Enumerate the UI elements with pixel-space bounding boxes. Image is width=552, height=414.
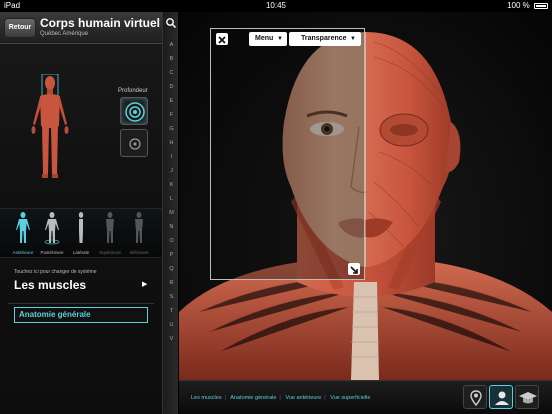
view-label: Inférieure bbox=[129, 250, 149, 255]
menu-label: Menu bbox=[255, 35, 274, 42]
depth-superficial-button[interactable] bbox=[120, 97, 148, 125]
back-button[interactable]: Retour bbox=[4, 18, 36, 38]
index-letter[interactable]: S bbox=[163, 294, 180, 300]
index-letter[interactable]: I bbox=[163, 154, 180, 160]
person-icon bbox=[495, 391, 509, 405]
index-letter[interactable]: G bbox=[163, 126, 180, 132]
index-letter[interactable]: D bbox=[163, 84, 180, 90]
body-bottom-icon bbox=[135, 212, 143, 243]
general-anatomy-button[interactable]: Anatomie générale bbox=[14, 307, 148, 323]
graduation-cap-icon bbox=[519, 392, 537, 404]
body-front-icon bbox=[16, 212, 30, 243]
close-icon bbox=[218, 36, 226, 44]
search-icon[interactable] bbox=[165, 17, 177, 29]
battery-status: 100 % bbox=[507, 0, 548, 12]
index-letter[interactable]: N bbox=[163, 224, 180, 230]
index-letter[interactable]: L bbox=[163, 196, 180, 202]
index-letter[interactable]: T bbox=[163, 308, 180, 314]
resize-icon bbox=[350, 266, 358, 274]
bottom-bar: Les muscles | Anatomie générale | Vue anté… bbox=[179, 380, 552, 414]
chevron-down-icon: ▼ bbox=[277, 36, 283, 42]
view-label: Supérieure bbox=[98, 250, 121, 255]
app-subtitle: Québec Amérique bbox=[40, 31, 89, 37]
body-thumbnail[interactable] bbox=[28, 74, 72, 184]
view-inferior[interactable]: Inférieure bbox=[124, 211, 154, 257]
index-letter[interactable]: U bbox=[163, 322, 180, 328]
concentric-rings-icon bbox=[125, 102, 145, 122]
clock: 10:45 bbox=[265, 1, 287, 10]
index-letter[interactable]: Q bbox=[163, 266, 180, 272]
body-back-icon bbox=[44, 212, 60, 245]
divider bbox=[8, 303, 154, 304]
depth-label: Profondeur bbox=[118, 88, 148, 94]
index-letter[interactable]: H bbox=[163, 140, 180, 146]
learn-button[interactable] bbox=[515, 385, 539, 409]
index-letter[interactable]: P bbox=[163, 252, 180, 258]
body-side-icon bbox=[78, 212, 84, 243]
chevron-down-icon: ▼ bbox=[350, 36, 356, 42]
breadcrumb-item[interactable]: Vue antérieure bbox=[285, 395, 321, 401]
resize-button[interactable] bbox=[348, 263, 360, 275]
overlay-window[interactable]: Menu ▼ Transparence ▼ bbox=[210, 28, 365, 280]
transparency-dropdown[interactable]: Transparence ▼ bbox=[289, 32, 361, 46]
pin-button[interactable] bbox=[463, 385, 487, 409]
index-letter[interactable]: C bbox=[163, 70, 180, 76]
index-letter[interactable]: A bbox=[163, 42, 180, 48]
change-system-hint: Touchez ici pour changer de système bbox=[14, 269, 97, 275]
status-bar: iPad 10:45 100 % bbox=[0, 0, 552, 12]
index-letter[interactable]: E bbox=[163, 98, 180, 104]
index-letter[interactable]: F bbox=[163, 112, 180, 118]
current-system-name[interactable]: Les muscles bbox=[14, 278, 86, 292]
alphabet-index: A B C D E F G H I J K L M N O P Q R S T U V bbox=[162, 12, 179, 414]
view-superior[interactable]: Supérieure bbox=[95, 211, 125, 257]
chevron-right-icon[interactable]: ▶ bbox=[142, 280, 147, 288]
index-letter[interactable]: K bbox=[163, 182, 180, 188]
left-panel: Retour Corps humain virtuel Québec Améri… bbox=[0, 12, 162, 414]
index-letter[interactable]: O bbox=[163, 238, 180, 244]
index-letter[interactable]: M bbox=[163, 210, 180, 216]
transparency-label: Transparence bbox=[301, 35, 347, 42]
depth-deep-button[interactable] bbox=[120, 129, 148, 157]
breadcrumb: Les muscles | Anatomie générale | Vue anté… bbox=[191, 395, 371, 401]
view-anterior[interactable]: Antérieure bbox=[8, 211, 38, 257]
app-title: Corps humain virtuel bbox=[40, 16, 161, 30]
body-top-icon bbox=[106, 212, 114, 243]
battery-icon bbox=[534, 2, 548, 9]
ring-icon bbox=[129, 138, 141, 150]
breadcrumb-item[interactable]: Anatomie générale bbox=[230, 395, 276, 401]
view-selector: Antérieure Postérieure Latérale Supérieu… bbox=[0, 208, 162, 258]
index-letter[interactable]: J bbox=[163, 168, 180, 174]
battery-percent: 100 % bbox=[507, 1, 530, 10]
breadcrumb-item[interactable]: Les muscles bbox=[191, 395, 222, 401]
index-letter[interactable]: R bbox=[163, 280, 180, 286]
close-button[interactable] bbox=[216, 33, 228, 45]
menu-dropdown[interactable]: Menu ▼ bbox=[249, 32, 287, 46]
breadcrumb-item[interactable]: Vue superficielle bbox=[330, 395, 370, 401]
person-button[interactable] bbox=[489, 385, 513, 409]
view-label: Postérieure bbox=[40, 250, 64, 255]
app-header: Retour Corps humain virtuel Québec Améri… bbox=[0, 12, 162, 44]
view-posterior[interactable]: Postérieure bbox=[37, 211, 67, 257]
pin-icon bbox=[470, 390, 482, 407]
index-letter[interactable]: B bbox=[163, 56, 180, 62]
view-label: Antérieure bbox=[12, 250, 34, 255]
view-lateral[interactable]: Latérale bbox=[66, 211, 96, 257]
index-letter[interactable]: V bbox=[163, 336, 180, 342]
view-label: Latérale bbox=[72, 250, 90, 255]
